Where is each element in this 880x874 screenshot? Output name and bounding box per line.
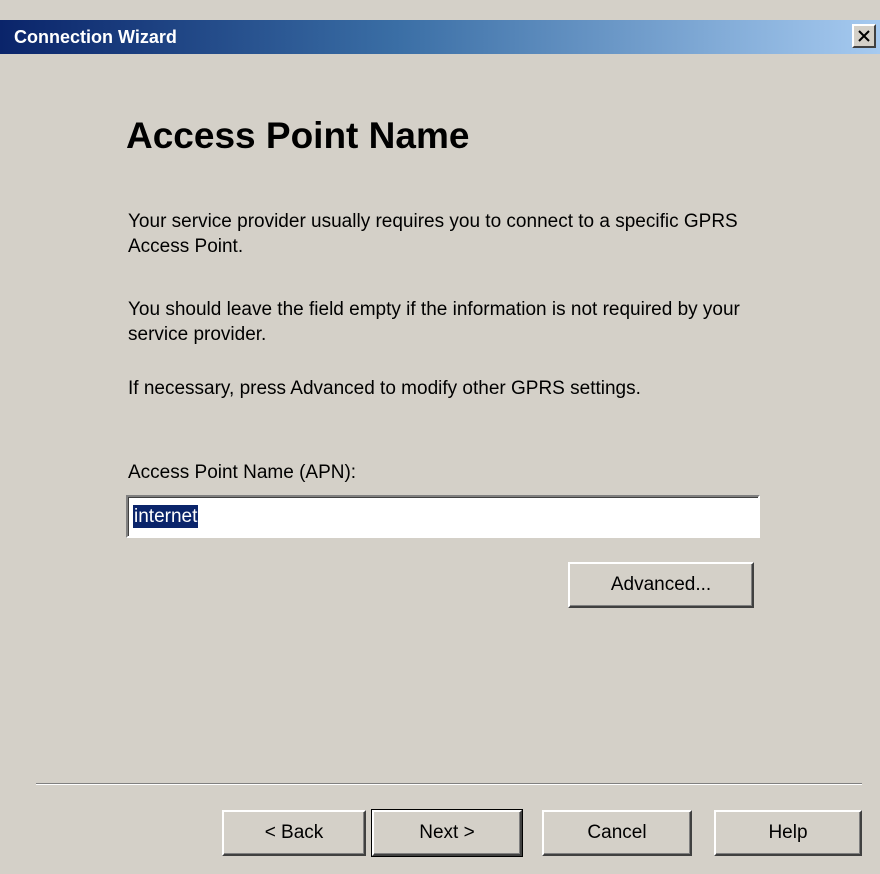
next-button[interactable]: Next > xyxy=(371,809,523,857)
page-title: Access Point Name xyxy=(126,115,470,156)
window-title: Connection Wizard xyxy=(14,27,177,47)
apn-input[interactable]: internet xyxy=(126,495,760,538)
close-button[interactable] xyxy=(852,24,876,48)
apn-value: internet xyxy=(133,505,199,528)
advanced-button[interactable]: Advanced... xyxy=(568,562,754,608)
close-icon xyxy=(858,30,870,42)
separator-line xyxy=(36,783,862,785)
intro-paragraph: Your service provider usually requires y… xyxy=(128,211,738,257)
apn-label: Access Point Name (APN): xyxy=(128,462,357,483)
advanced-hint-paragraph: If necessary, press Advanced to modify o… xyxy=(128,378,641,399)
back-button[interactable]: < Back xyxy=(222,810,366,856)
connection-wizard-dialog: Connection Wizard Access Point Name Your… xyxy=(0,0,880,874)
title-bar[interactable]: Connection Wizard xyxy=(0,20,880,54)
cancel-button[interactable]: Cancel xyxy=(542,810,692,856)
empty-field-paragraph: You should leave the field empty if the … xyxy=(128,299,740,345)
help-button[interactable]: Help xyxy=(714,810,862,856)
